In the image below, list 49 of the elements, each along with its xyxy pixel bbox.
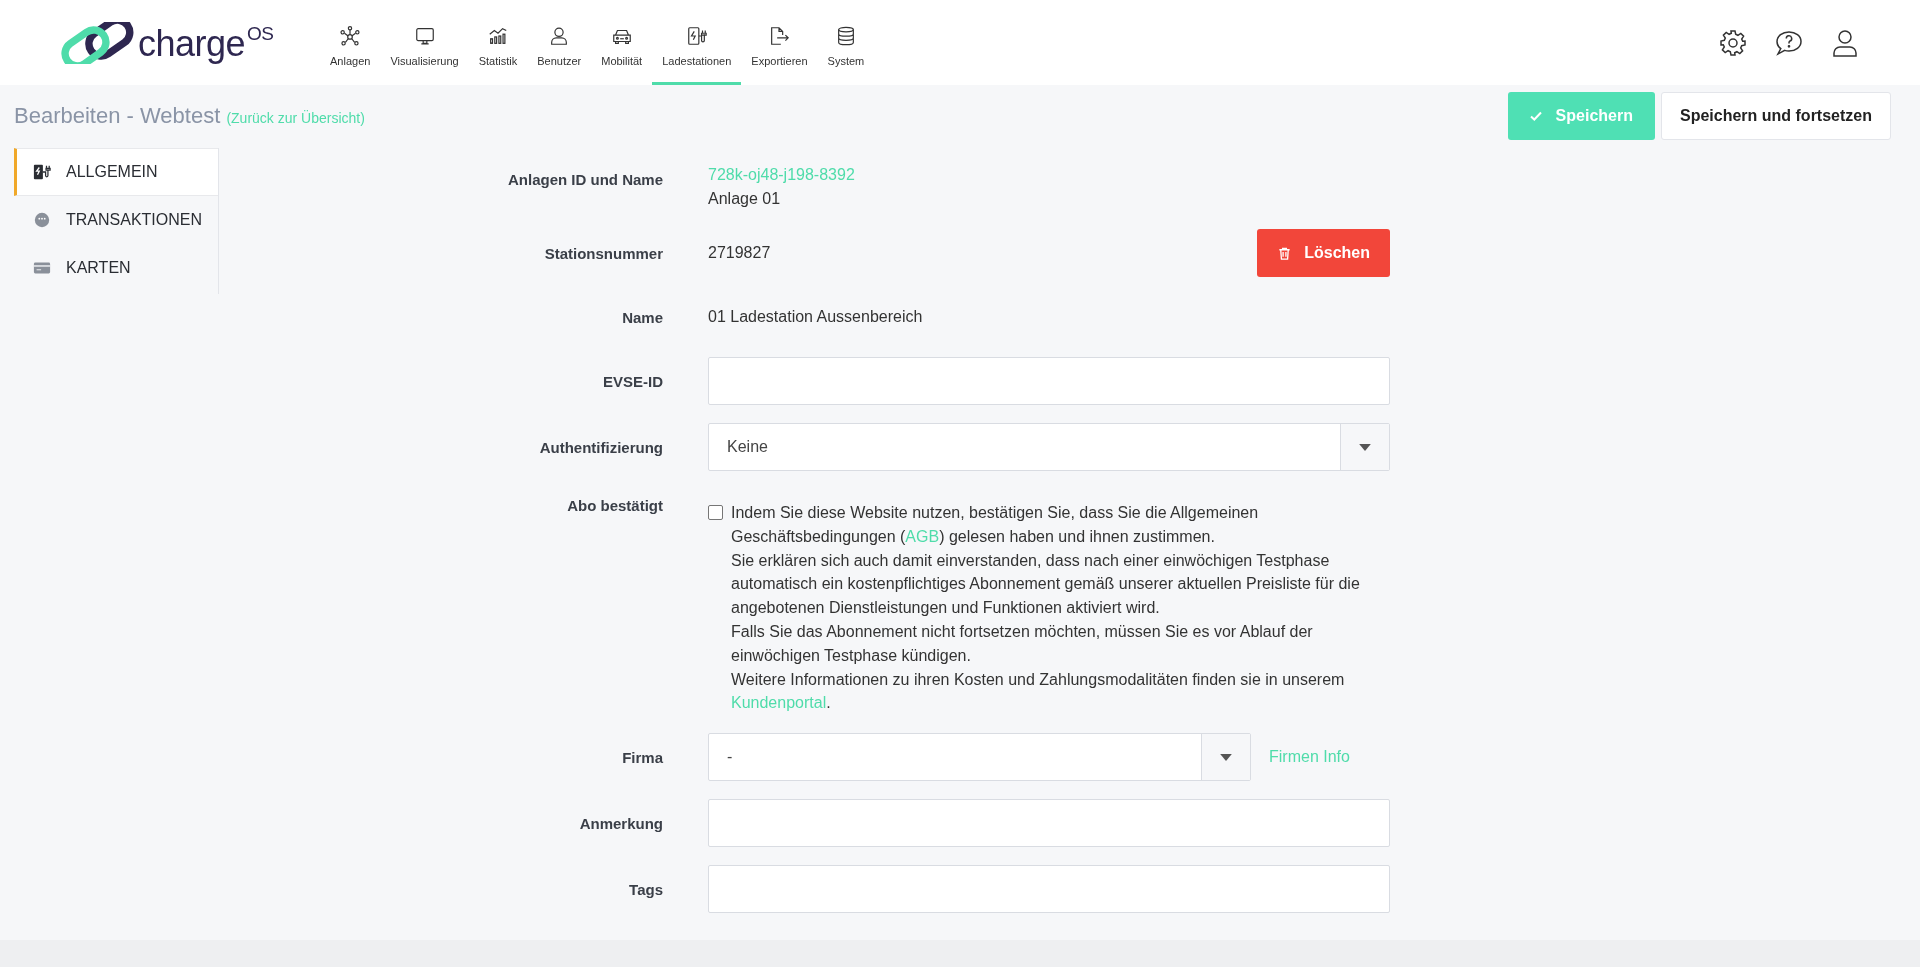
field-label: Stationsnummer — [543, 244, 663, 262]
sidebar-item[interactable]: TRANSAKTIONEN — [14, 196, 218, 244]
trash-icon — [1277, 245, 1293, 261]
field-label: Anmerkung — [578, 814, 663, 832]
nav-tab[interactable]: System — [817, 0, 875, 85]
delete-button[interactable]: Löschen — [1257, 229, 1390, 277]
field-label: Name — [621, 308, 663, 326]
nav-tab[interactable]: Benutzer — [527, 0, 592, 85]
caret-icon — [1359, 443, 1371, 451]
nav-tab[interactable]: Visualisierung — [380, 0, 469, 85]
export-icon — [768, 25, 791, 47]
field-label: EVSE-ID — [602, 372, 663, 390]
field-value: 2719827 — [708, 244, 771, 262]
text-input[interactable] — [708, 799, 1390, 848]
field-label: Tags — [628, 880, 663, 898]
page-title: Bearbeiten - Webtest — [14, 103, 221, 128]
field-label: Authentifizierung — [538, 438, 663, 456]
network-icon — [339, 25, 362, 47]
terms-paragraph: Sie erklären sich auch damit einverstanden, dass nach einer einwöchigen Testphase automatisch ein kostenpflichtiges Abonnement gemäß unserer aktuellen Preisliste für die angebotenen Dienstleistungen und Funktionen aktiviert wird. — [731, 550, 1361, 619]
nav-tab[interactable]: Ladestationen — [652, 0, 742, 85]
nav-tab[interactable]: Statistik — [468, 0, 528, 85]
select-field[interactable]: Keine — [708, 423, 1390, 471]
field-label: Abo bestätigt — [566, 496, 663, 514]
field-label: Anlagen ID und Name — [506, 170, 663, 188]
logo-icon — [60, 21, 134, 64]
text-input[interactable] — [708, 865, 1390, 914]
save-continue-button[interactable]: Speichern und fortsetzen — [1660, 92, 1891, 140]
field-value: 01 Ladestation Aussenbereich — [708, 308, 923, 326]
field-value: Anlage 01 — [708, 189, 782, 209]
nav-tab[interactable]: Anlagen — [320, 0, 381, 85]
monitor-icon — [413, 25, 436, 47]
sidebar-item[interactable]: ALLGEMEIN — [14, 148, 218, 196]
chat-dots-icon — [33, 211, 51, 229]
settings-icon[interactable] — [1718, 27, 1748, 58]
account-icon[interactable] — [1830, 27, 1860, 58]
terms-paragraph: Indem Sie diese Website nutzen, bestätigen Sie, dass Sie die Allgemeinen Geschäftsbedingungen (AGB) gelesen haben und ihnen zustimmen. — [731, 503, 1260, 547]
nav-tab[interactable]: Exportieren — [741, 0, 818, 85]
field-label: Firma — [621, 748, 663, 766]
checkbox[interactable] — [708, 505, 723, 520]
charging-station-icon — [33, 163, 51, 181]
text-input[interactable] — [708, 357, 1390, 405]
caret-icon — [1220, 753, 1232, 761]
logo-text: charge$^{OS}$ — [138, 23, 274, 62]
terms-paragraph: Falls Sie das Abonnement nicht fortsetzen möchten, müssen Sie es vor Ablauf der einwöchigen Testphase kündigen. — [731, 622, 1314, 666]
select-field[interactable]: - — [708, 733, 1251, 782]
charging-station-icon — [685, 25, 708, 47]
nav-tab[interactable]: Mobilität — [591, 0, 653, 85]
sidebar-item[interactable]: KARTEN — [14, 244, 218, 292]
terms-paragraph: Weitere Informationen zu ihren Kosten und Zahlungsmodalitäten finden sie in unserem Kundenportal. — [731, 669, 1346, 714]
